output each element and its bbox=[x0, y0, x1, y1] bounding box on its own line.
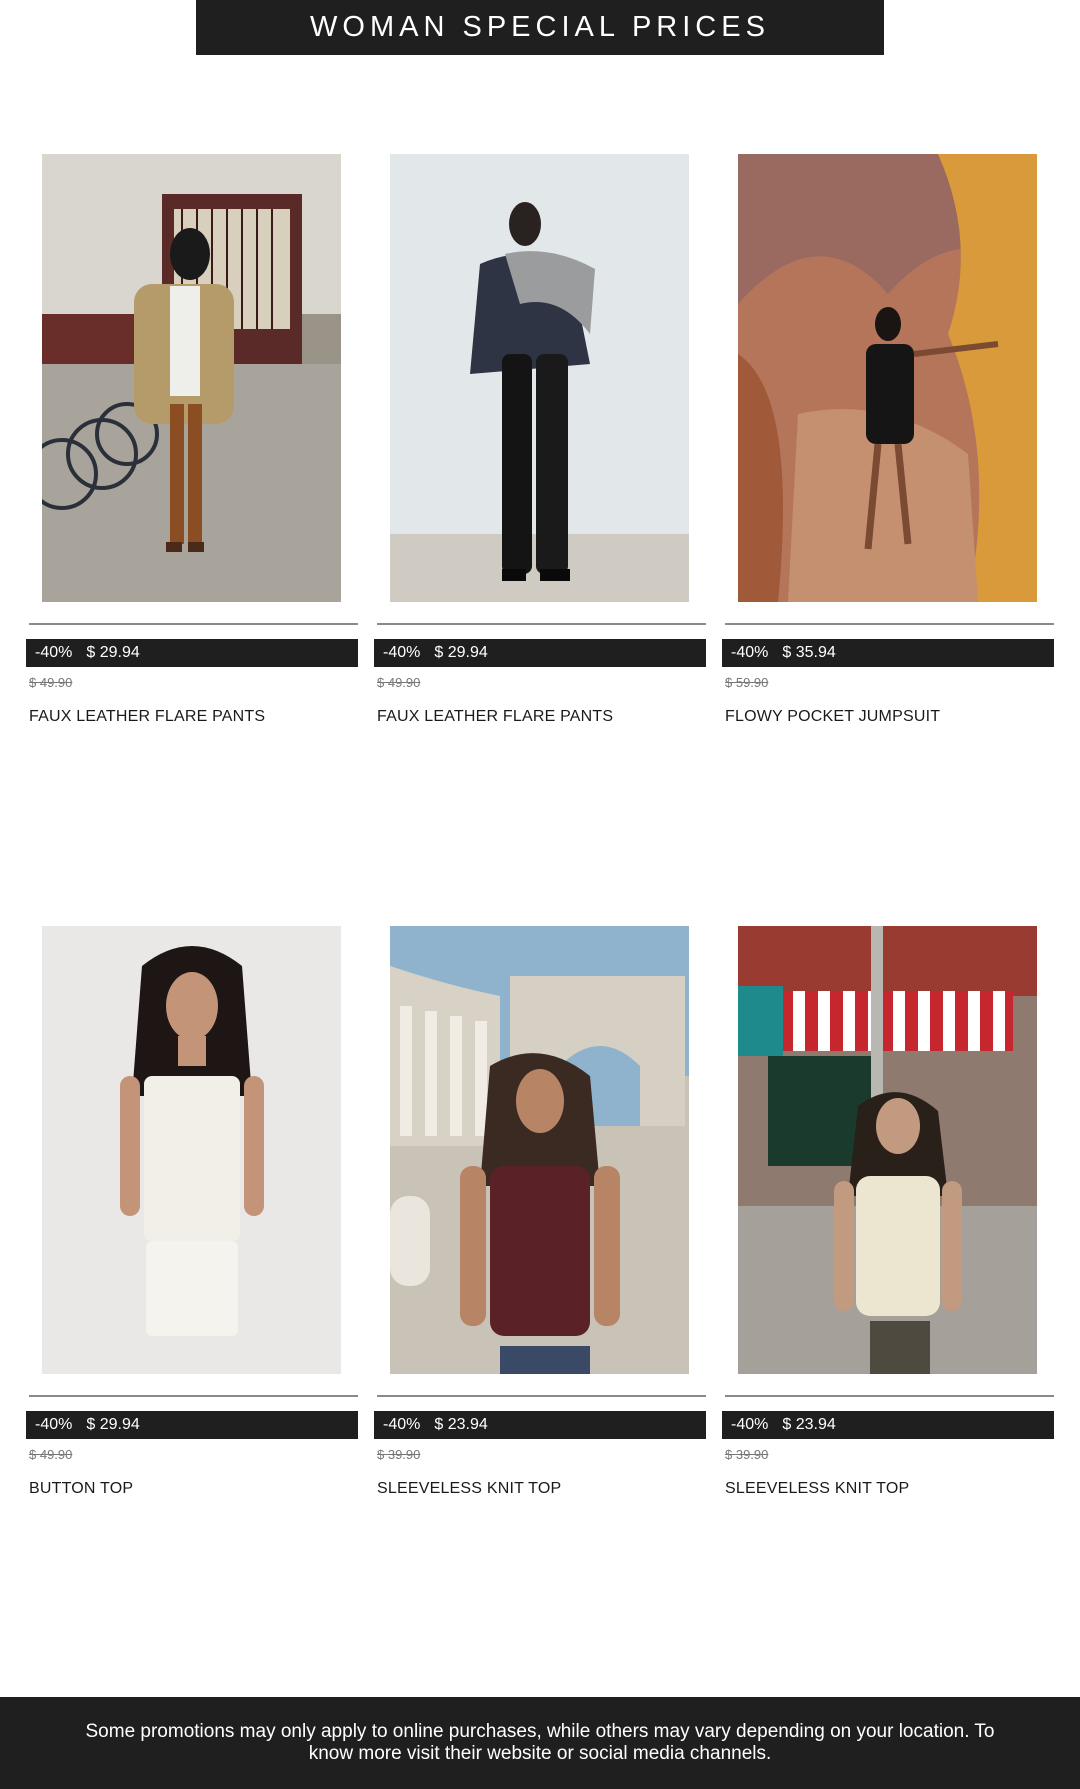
original-price: $ 49.90 bbox=[29, 675, 73, 690]
divider bbox=[377, 623, 706, 625]
sale-price: $ 29.94 bbox=[86, 644, 140, 661]
product-photo[interactable] bbox=[42, 154, 341, 602]
divider bbox=[377, 1395, 706, 1397]
discount-label: -40% bbox=[731, 644, 769, 661]
divider bbox=[725, 1395, 1054, 1397]
product-name[interactable]: SLEEVELESS KNIT TOP bbox=[725, 1480, 909, 1498]
footer-disclaimer: Some promotions may only apply to online… bbox=[0, 1697, 1080, 1789]
product-photo[interactable] bbox=[390, 154, 689, 602]
page-header: WOMAN SPECIAL PRICES bbox=[196, 0, 884, 55]
price-bar: -40% $ 29.94 bbox=[374, 639, 706, 667]
original-price: $ 59.90 bbox=[725, 675, 769, 690]
price-bar: -40% $ 29.94 bbox=[26, 639, 358, 667]
sale-price: $ 29.94 bbox=[434, 644, 488, 661]
product-photo[interactable] bbox=[738, 926, 1037, 1374]
divider bbox=[29, 1395, 358, 1397]
product-name[interactable]: BUTTON TOP bbox=[29, 1480, 133, 1498]
product-name[interactable]: FLOWY POCKET JUMPSUIT bbox=[725, 708, 940, 726]
discount-label: -40% bbox=[35, 644, 73, 661]
original-price: $ 39.90 bbox=[725, 1447, 769, 1462]
original-price: $ 49.90 bbox=[377, 675, 421, 690]
price-bar: -40% $ 29.94 bbox=[26, 1411, 358, 1439]
sale-price: $ 23.94 bbox=[434, 1416, 488, 1433]
product-name[interactable]: SLEEVELESS KNIT TOP bbox=[377, 1480, 561, 1498]
product-photo[interactable] bbox=[42, 926, 341, 1374]
product-photo[interactable] bbox=[390, 926, 689, 1374]
original-price: $ 49.90 bbox=[29, 1447, 73, 1462]
page-title: WOMAN SPECIAL PRICES bbox=[310, 11, 770, 43]
price-bar: -40% $ 23.94 bbox=[722, 1411, 1054, 1439]
disclaimer-text: Some promotions may only apply to online… bbox=[85, 1721, 995, 1764]
divider bbox=[29, 623, 358, 625]
product-name[interactable]: FAUX LEATHER FLARE PANTS bbox=[29, 708, 265, 726]
sale-price: $ 23.94 bbox=[782, 1416, 836, 1433]
sale-price: $ 29.94 bbox=[86, 1416, 140, 1433]
divider bbox=[725, 623, 1054, 625]
product-photo[interactable] bbox=[738, 154, 1037, 602]
discount-label: -40% bbox=[383, 644, 421, 661]
discount-label: -40% bbox=[383, 1416, 421, 1433]
discount-label: -40% bbox=[35, 1416, 73, 1433]
product-name[interactable]: FAUX LEATHER FLARE PANTS bbox=[377, 708, 613, 726]
original-price: $ 39.90 bbox=[377, 1447, 421, 1462]
discount-label: -40% bbox=[731, 1416, 769, 1433]
price-bar: -40% $ 23.94 bbox=[374, 1411, 706, 1439]
sale-price: $ 35.94 bbox=[782, 644, 836, 661]
price-bar: -40% $ 35.94 bbox=[722, 639, 1054, 667]
